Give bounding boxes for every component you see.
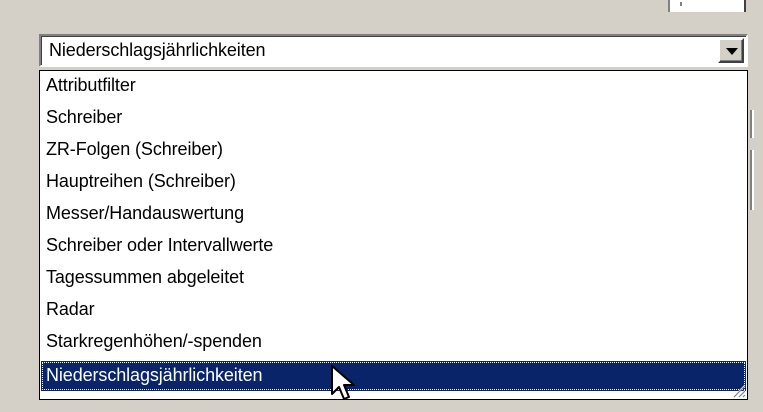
- list-item-radar[interactable]: Radar: [41, 295, 746, 325]
- combobox-dropdown-button[interactable]: [718, 38, 744, 63]
- mouse-pointer-icon: [331, 365, 355, 400]
- tab-remnant: [668, 0, 746, 12]
- list-item-schreiber-oder-intervallwerte[interactable]: Schreiber oder Intervallwerte: [41, 231, 746, 261]
- list-item-zr-folgen[interactable]: ZR-Folgen (Schreiber): [41, 135, 746, 165]
- background-edge: [752, 150, 754, 210]
- dropdown-arrow-icon: [726, 48, 738, 55]
- list-item-schreiber[interactable]: Schreiber: [41, 103, 746, 133]
- list-item-tagessummen[interactable]: Tagessummen abgeleitet: [41, 263, 746, 293]
- list-item-niederschlagsjaehrlichkeiten-selected[interactable]: Niederschlagsjährlichkeiten: [41, 361, 746, 391]
- background-edge: [752, 110, 754, 138]
- resize-grip-icon[interactable]: [732, 384, 746, 398]
- list-item-messer-handauswertung[interactable]: Messer/Handauswertung: [41, 199, 746, 229]
- category-combobox[interactable]: Niederschlagsjährlichkeiten: [39, 34, 748, 67]
- window-top-edge: [0, 0, 763, 10]
- list-item-hauptreihen[interactable]: Hauptreihen (Schreiber): [41, 167, 746, 197]
- list-item-starkregen[interactable]: Starkregenhöhen/-spenden: [41, 327, 746, 357]
- dropdown-list[interactable]: Attributfilter Schreiber ZR-Folgen (Schr…: [39, 70, 748, 400]
- list-item-attributfilter[interactable]: Attributfilter: [41, 71, 746, 101]
- combobox-value: Niederschlagsjährlichkeiten: [49, 40, 266, 60]
